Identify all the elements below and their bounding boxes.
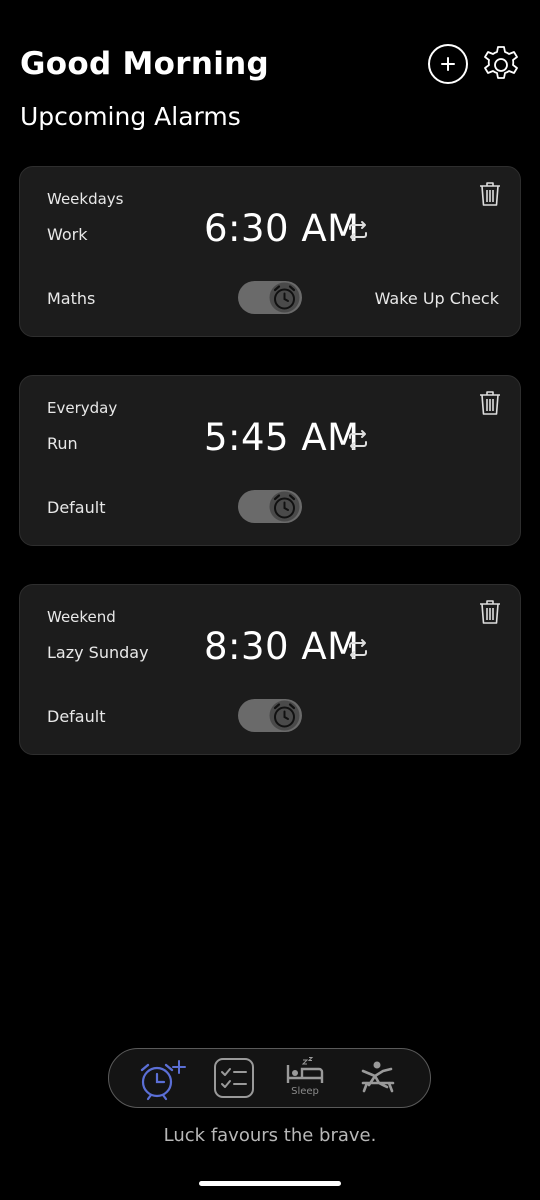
delete-trash-icon[interactable] bbox=[478, 390, 502, 416]
checklist-icon bbox=[214, 1058, 254, 1098]
nav-sleep-label: Sleep bbox=[291, 1086, 319, 1097]
alarm-days: Weekdays bbox=[47, 190, 124, 208]
section-title: Upcoming Alarms bbox=[20, 102, 241, 131]
greeting-title: Good Morning bbox=[20, 46, 270, 82]
alarm-time: 6:30 AM bbox=[204, 207, 360, 250]
alarm-clock-icon bbox=[269, 491, 300, 522]
repeat-icon bbox=[349, 639, 367, 659]
nav-sleep[interactable]: Sleep bbox=[285, 1057, 325, 1101]
settings-button[interactable] bbox=[480, 44, 522, 86]
alarm-card[interactable]: Weekend Lazy Sunday 8:30 AM Default bbox=[19, 584, 521, 755]
gear-icon bbox=[484, 46, 518, 79]
alarm-time: 8:30 AM bbox=[204, 625, 360, 668]
screen: Good Morning Upcoming Alarms Weekdays Wo… bbox=[0, 0, 540, 1200]
wake-up-check-label: Wake Up Check bbox=[374, 289, 499, 308]
alarm-label: Run bbox=[47, 434, 78, 453]
repeat-icon bbox=[349, 430, 367, 450]
alarm-time: 5:45 AM bbox=[204, 416, 360, 459]
alarm-mission: Maths bbox=[47, 289, 96, 308]
alarm-toggle[interactable] bbox=[238, 699, 302, 732]
nav-checklist[interactable] bbox=[213, 1057, 255, 1101]
motivational-quote: Luck favours the brave. bbox=[163, 1125, 377, 1146]
repeat-icon bbox=[349, 221, 367, 241]
sleep-bed-icon bbox=[286, 1057, 324, 1083]
delete-trash-icon[interactable] bbox=[478, 599, 502, 625]
bottom-nav: Sleep bbox=[108, 1048, 431, 1108]
alarm-label: Work bbox=[47, 225, 88, 244]
alarm-label: Lazy Sunday bbox=[47, 643, 149, 662]
add-alarm-button[interactable] bbox=[428, 44, 468, 84]
alarm-toggle[interactable] bbox=[238, 490, 302, 523]
alarm-mission: Default bbox=[47, 498, 106, 517]
alarm-clock-icon bbox=[269, 282, 300, 313]
nav-alarms[interactable] bbox=[137, 1057, 187, 1101]
alarm-mission: Default bbox=[47, 707, 106, 726]
alarm-card[interactable]: Everyday Run 5:45 AM Default bbox=[19, 375, 521, 546]
alarm-add-icon bbox=[140, 1060, 186, 1101]
alarm-clock-icon bbox=[269, 700, 300, 731]
alarm-days: Everyday bbox=[47, 399, 118, 417]
nav-exercise[interactable] bbox=[357, 1057, 397, 1101]
exercise-icon bbox=[361, 1061, 395, 1093]
alarm-days: Weekend bbox=[47, 608, 116, 626]
home-indicator[interactable] bbox=[199, 1181, 341, 1186]
delete-trash-icon[interactable] bbox=[478, 181, 502, 207]
plus-icon bbox=[441, 57, 455, 71]
alarm-toggle[interactable] bbox=[238, 281, 302, 314]
alarm-card[interactable]: Weekdays Work 6:30 AM Maths Wake Up Chec… bbox=[19, 166, 521, 337]
header: Good Morning bbox=[20, 44, 525, 88]
